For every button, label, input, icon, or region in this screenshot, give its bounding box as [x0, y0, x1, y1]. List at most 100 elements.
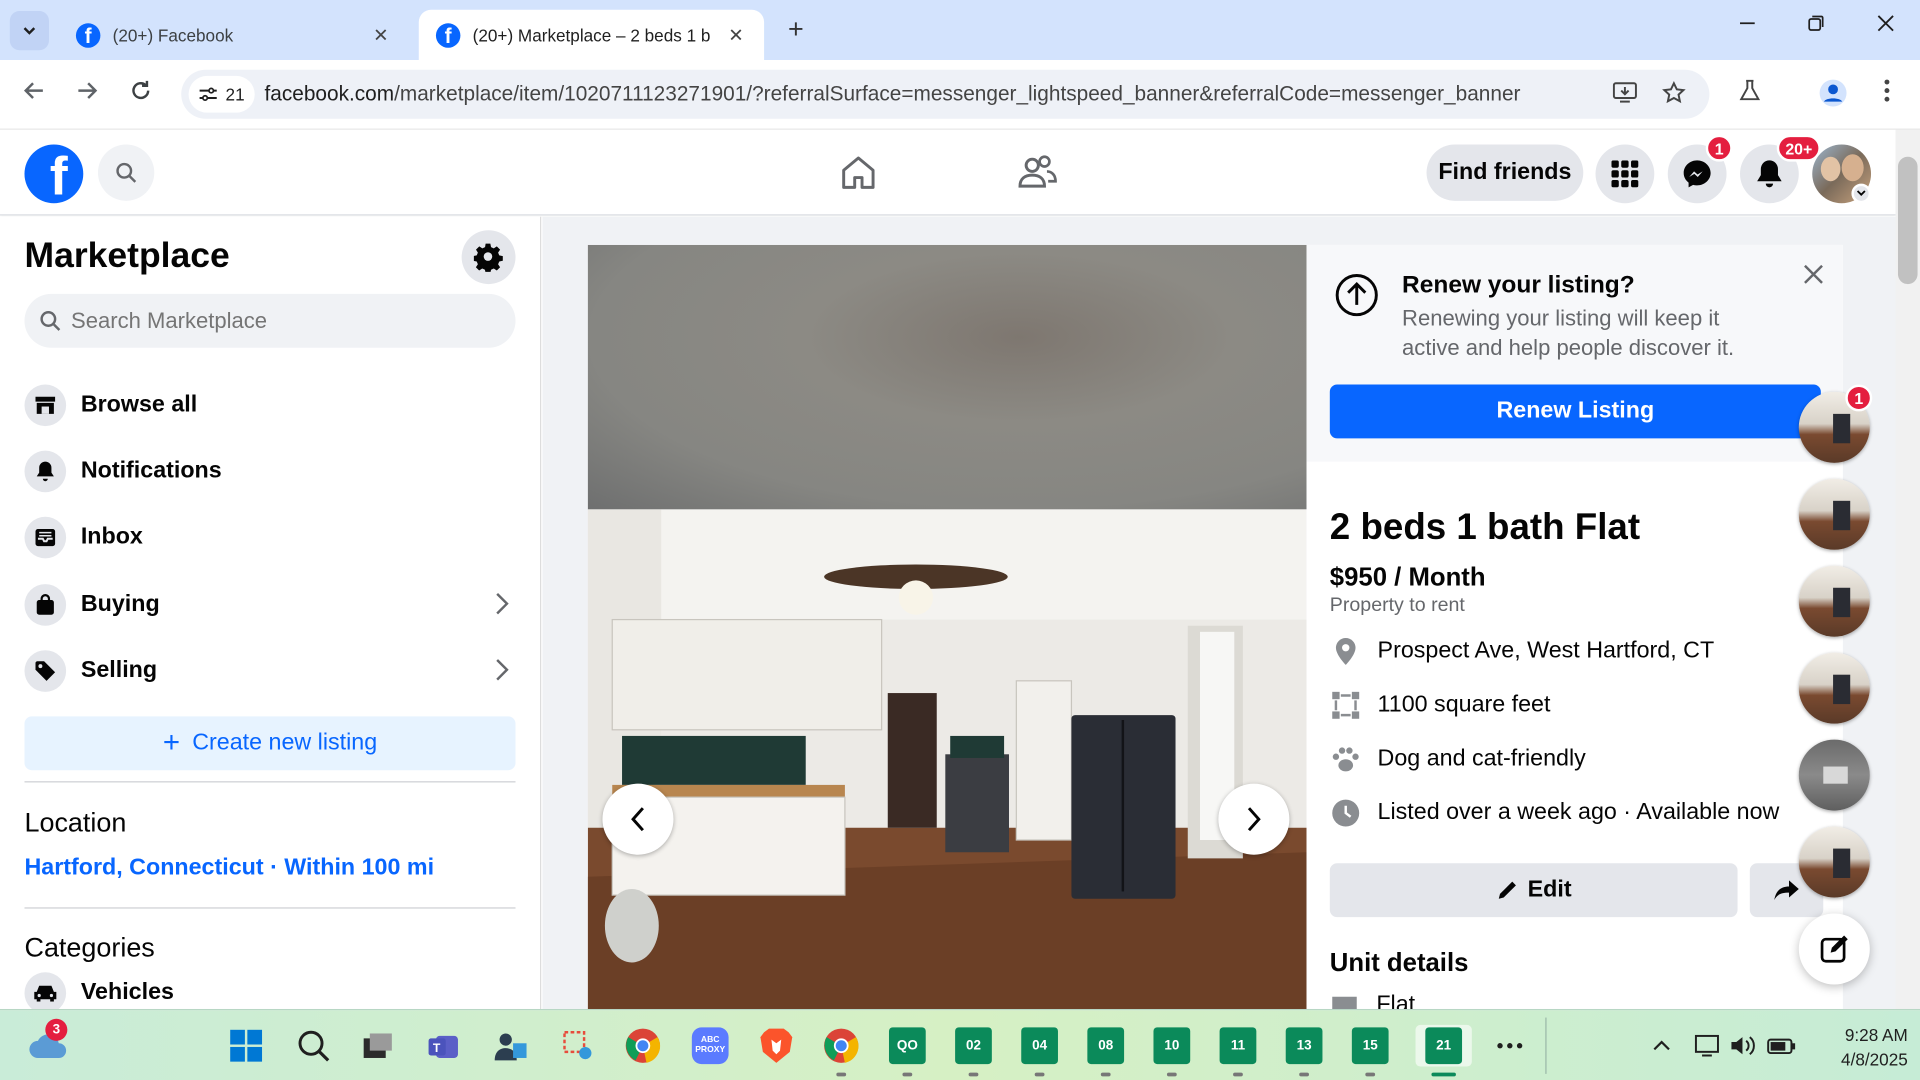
- marketplace-search-box[interactable]: [24, 293, 516, 348]
- new-tab-button[interactable]: +: [779, 12, 813, 46]
- taskbar-app-04[interactable]: 04: [1019, 1025, 1061, 1077]
- chevron-up-icon: [1653, 1040, 1670, 1051]
- taskbar-search-button[interactable]: [293, 1025, 335, 1067]
- chat-head[interactable]: [1798, 565, 1870, 637]
- profile-icon[interactable]: [1817, 78, 1849, 110]
- address-bar[interactable]: 21 facebook.com/marketplace/item/1020711…: [181, 69, 1710, 119]
- teams-app[interactable]: T: [424, 1025, 466, 1067]
- snipping-tool-app[interactable]: [557, 1025, 599, 1067]
- teams-icon: T: [428, 1035, 458, 1058]
- renew-listing-button[interactable]: Renew Listing: [1329, 384, 1821, 439]
- taskbar-app-08[interactable]: 08: [1085, 1025, 1127, 1077]
- chat-head[interactable]: [1798, 478, 1870, 550]
- marketplace-sidebar: Marketplace Browse all Notifications Inb…: [0, 216, 542, 1009]
- taskbar-app-10[interactable]: 10: [1151, 1025, 1193, 1077]
- close-tab-icon[interactable]: ✕: [725, 24, 747, 46]
- taskbar-app-13[interactable]: 13: [1283, 1025, 1325, 1077]
- inbox-icon: [24, 516, 67, 559]
- restore-button[interactable]: [1798, 15, 1835, 47]
- minimize-button[interactable]: [1729, 15, 1766, 47]
- running-indicator: [968, 1072, 979, 1077]
- battery-icon[interactable]: [1761, 1025, 1803, 1067]
- new-message-button[interactable]: [1798, 913, 1870, 985]
- unit-details-heading: Unit details: [1329, 948, 1469, 978]
- menu-grid-button[interactable]: [1595, 144, 1655, 204]
- browser-tab-facebook[interactable]: f (20+) Facebook ✕: [59, 10, 409, 60]
- close-icon[interactable]: [1802, 263, 1829, 290]
- facebook-favicon-icon: f: [75, 22, 101, 48]
- sidebar-item-label: Selling: [80, 657, 158, 684]
- sidebar-item-label: Buying: [80, 591, 160, 618]
- home-nav-button[interactable]: [838, 152, 880, 194]
- taskbar-app-21-active[interactable]: 21: [1415, 1024, 1472, 1077]
- show-hidden-icons-button[interactable]: [1641, 1025, 1683, 1067]
- app-people-icon[interactable]: [490, 1025, 532, 1067]
- more-apps-button[interactable]: [1489, 1025, 1531, 1067]
- sidebar-item-selling[interactable]: Selling: [24, 644, 515, 698]
- bell-icon: [24, 450, 67, 493]
- facebook-search-button[interactable]: [97, 144, 155, 201]
- edit-listing-button[interactable]: Edit: [1329, 863, 1738, 918]
- abc-proxy-icon: ABC PROXY: [691, 1027, 729, 1065]
- close-tab-icon[interactable]: ✕: [370, 24, 392, 46]
- category-vehicles[interactable]: Vehicles: [24, 966, 515, 1009]
- url-text[interactable]: facebook.com/marketplace/item/1020711123…: [264, 82, 1520, 106]
- pencil-icon: [1498, 881, 1516, 899]
- forward-button[interactable]: [70, 77, 104, 111]
- reload-button[interactable]: [124, 77, 158, 111]
- find-friends-button[interactable]: Find friends: [1426, 144, 1584, 201]
- chat-head[interactable]: [1798, 739, 1870, 811]
- renew-title: Renew your listing?: [1402, 271, 1635, 299]
- start-button[interactable]: [225, 1025, 267, 1067]
- location-link[interactable]: Hartford, Connecticut · Within 100 mi: [24, 855, 434, 882]
- close-icon: [1877, 15, 1894, 32]
- tab-search-dropdown[interactable]: [9, 11, 49, 51]
- back-button[interactable]: [17, 77, 51, 111]
- create-new-listing-button[interactable]: + Create new listing: [24, 716, 516, 771]
- scrollbar-thumb[interactable]: [1897, 156, 1918, 285]
- chrome-app-2[interactable]: [820, 1025, 862, 1077]
- bookmark-star-icon[interactable]: [1660, 81, 1687, 108]
- restore-icon: [1808, 15, 1824, 31]
- chat-head[interactable]: [1798, 826, 1870, 898]
- users-app-icon: [494, 1033, 527, 1061]
- reload-icon: [132, 80, 150, 100]
- chrome-app[interactable]: [622, 1025, 664, 1067]
- sidebar-item-notifications[interactable]: Notifications: [24, 444, 515, 498]
- marketplace-settings-button[interactable]: [461, 230, 516, 285]
- next-photo-button[interactable]: [1218, 783, 1290, 855]
- site-info-chip[interactable]: 21: [188, 75, 255, 113]
- account-chevron-icon[interactable]: [1851, 183, 1872, 204]
- sidebar-item-browse-all[interactable]: Browse all: [24, 378, 515, 432]
- sidebar-item-buying[interactable]: Buying: [24, 578, 515, 632]
- marketplace-search-input[interactable]: [71, 307, 488, 334]
- create-listing-label: Create new listing: [192, 729, 378, 756]
- listing-photo[interactable]: [587, 244, 1307, 1009]
- system-clock[interactable]: 9:28 AM 4/8/2025: [1810, 1022, 1908, 1071]
- task-view-button[interactable]: [356, 1025, 398, 1067]
- browser-tab-marketplace[interactable]: f (20+) Marketplace – 2 beds 1 b ✕: [418, 9, 765, 61]
- browser-menu-icon[interactable]: [1871, 78, 1903, 110]
- app-number-icon: 11: [1219, 1027, 1257, 1065]
- taskbar-app-11[interactable]: 11: [1217, 1025, 1259, 1077]
- sidebar-item-inbox[interactable]: Inbox: [24, 511, 515, 565]
- previous-photo-button[interactable]: [602, 783, 674, 855]
- unit-type-row: Flat: [1330, 992, 1415, 1009]
- brave-app[interactable]: [756, 1025, 798, 1067]
- abc-proxy-app[interactable]: ABC PROXY: [689, 1025, 731, 1067]
- clock-date: 4/8/2025: [1841, 1049, 1908, 1069]
- clock-time: 9:28 AM: [1844, 1024, 1908, 1045]
- taskbar-app-15[interactable]: 15: [1349, 1025, 1391, 1077]
- edit-label: Edit: [1527, 876, 1572, 903]
- taskbar-app-02[interactable]: 02: [953, 1025, 995, 1077]
- qo-app[interactable]: QO: [887, 1025, 929, 1077]
- volume-icon[interactable]: [1722, 1025, 1764, 1067]
- chat-head[interactable]: [1798, 652, 1870, 724]
- bag-icon: [24, 584, 67, 626]
- facebook-logo-icon[interactable]: f: [24, 144, 84, 204]
- install-app-icon[interactable]: [1611, 81, 1638, 108]
- labs-flask-icon[interactable]: [1734, 78, 1766, 110]
- close-window-button[interactable]: [1867, 15, 1904, 47]
- brave-icon: [760, 1028, 793, 1063]
- friends-nav-button[interactable]: [1016, 152, 1058, 194]
